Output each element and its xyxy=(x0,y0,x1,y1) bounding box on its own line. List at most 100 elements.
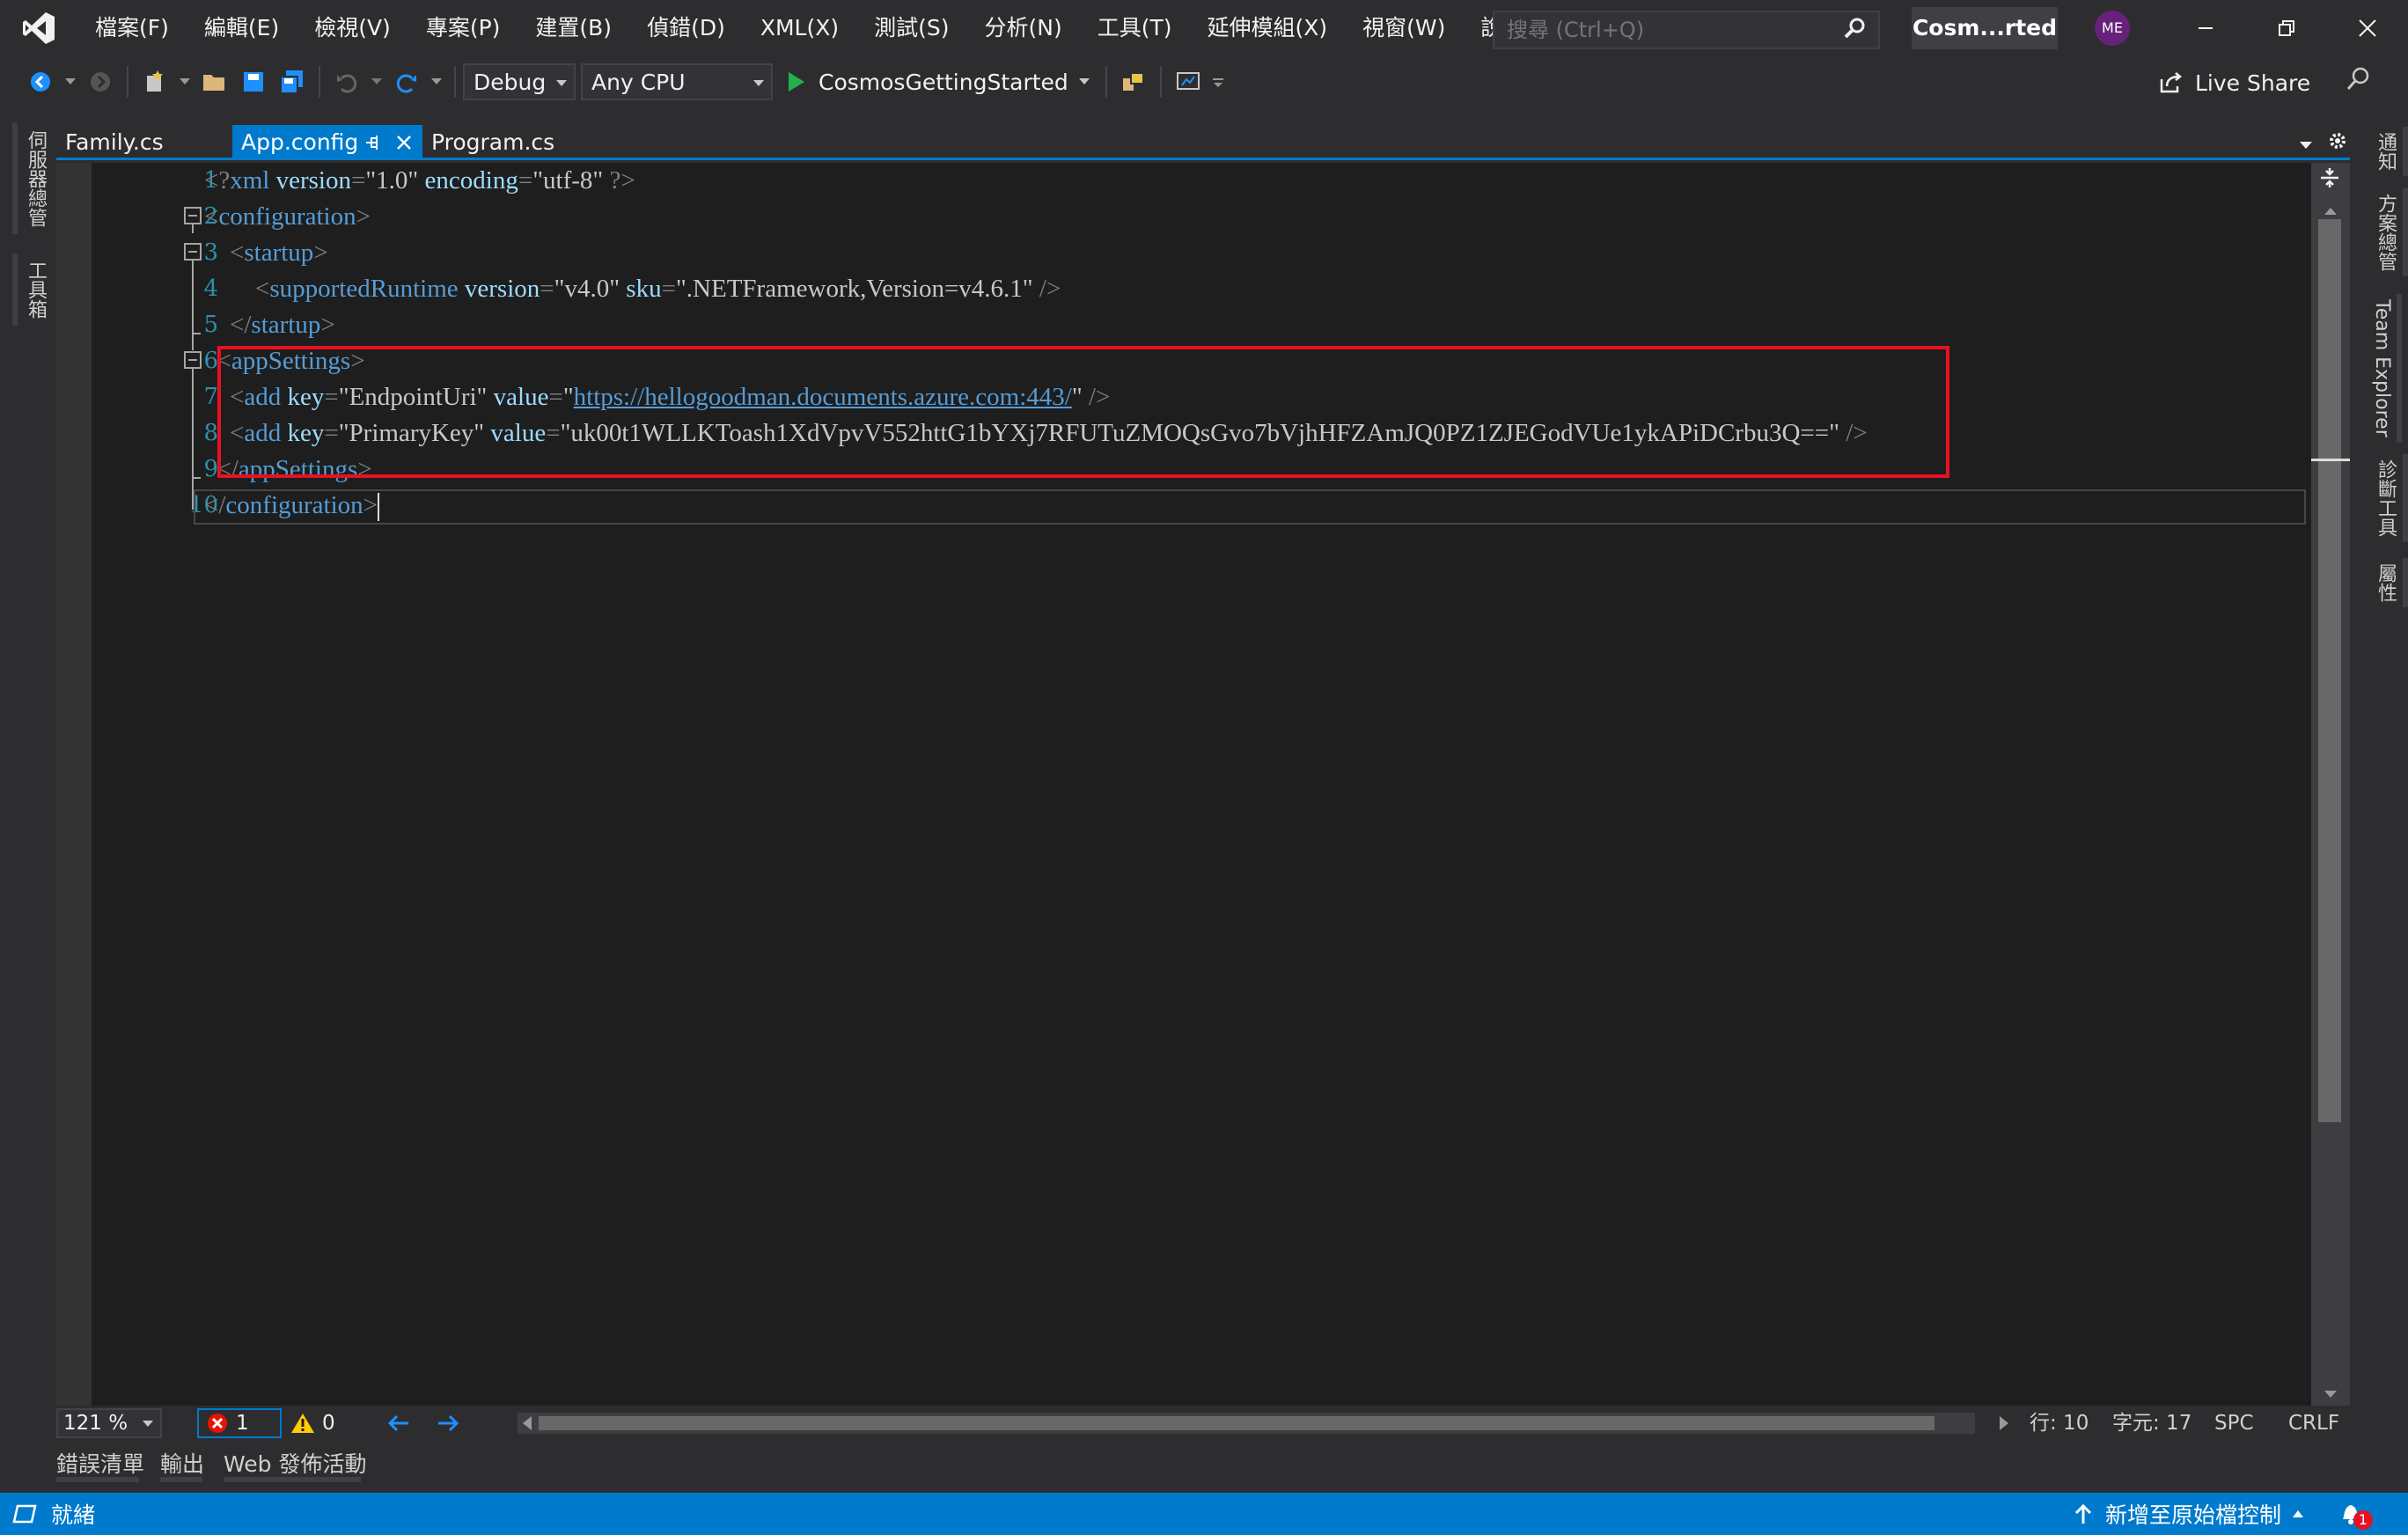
error-icon xyxy=(208,1414,227,1433)
code-line-2[interactable]: <configuration> xyxy=(204,199,371,235)
menu-window[interactable]: 視窗(W) xyxy=(1345,0,1463,56)
tab-error-list[interactable]: 錯誤清單 xyxy=(56,1447,144,1482)
chevron-down-icon xyxy=(753,80,764,86)
code-line-4[interactable]: <supportedRuntime version="v4.0" sku=".N… xyxy=(204,271,1061,307)
solution-configuration-select[interactable]: Debug xyxy=(463,63,576,100)
collapse-configuration-icon[interactable] xyxy=(184,207,202,224)
redo-icon[interactable] xyxy=(389,62,424,101)
outline-guide xyxy=(192,333,201,334)
toolbar-overflow-icon[interactable] xyxy=(1209,62,1227,101)
menu-view[interactable]: 檢視(V) xyxy=(297,0,408,56)
play-icon xyxy=(789,72,804,92)
notifications-tab[interactable]: 通知 xyxy=(2368,127,2408,176)
menu-build[interactable]: 建置(B) xyxy=(518,0,629,56)
minimize-button[interactable] xyxy=(2165,0,2246,56)
collapse-startup-icon[interactable] xyxy=(184,243,202,261)
zoom-value: 121 % xyxy=(63,1412,128,1435)
properties-tab[interactable]: 屬性 xyxy=(2368,558,2408,607)
vertical-scroll-thumb[interactable] xyxy=(2318,219,2341,1122)
solution-explorer-tab[interactable]: 方案總管 xyxy=(2368,188,2408,276)
start-debugging-button[interactable]: CosmosGettingStarted xyxy=(778,62,1098,101)
code-line-5[interactable]: </startup> xyxy=(204,307,335,343)
warning-count: 0 xyxy=(322,1412,335,1435)
browser-link-icon[interactable] xyxy=(1116,62,1151,101)
scroll-right-icon[interactable] xyxy=(1998,1415,2010,1431)
code-line-1[interactable]: <?xml version="1.0" encoding="utf-8" ?> xyxy=(204,163,635,199)
toolbar-separator xyxy=(454,66,456,98)
menu-analyze[interactable]: 分析(N) xyxy=(967,0,1080,56)
scroll-left-icon[interactable] xyxy=(521,1415,533,1431)
team-explorer-tab[interactable]: Team Explorer xyxy=(2368,294,2402,443)
menu-xml[interactable]: XML(X) xyxy=(743,0,856,56)
solution-platform-select[interactable]: Any CPU xyxy=(581,63,773,100)
gear-icon[interactable] xyxy=(2327,130,2348,155)
search-input[interactable] xyxy=(1507,18,1843,42)
line-number: 5 xyxy=(203,312,218,338)
new-project-icon[interactable] xyxy=(137,62,173,101)
indicator-margin[interactable] xyxy=(56,163,92,1406)
outline-guide xyxy=(192,259,194,334)
live-share-button[interactable]: Live Share xyxy=(2158,60,2310,106)
open-folder-icon[interactable] xyxy=(197,62,232,101)
tab-output[interactable]: 輸出 xyxy=(160,1447,204,1482)
zoom-select[interactable]: 121 % xyxy=(56,1408,162,1438)
save-icon[interactable] xyxy=(236,62,271,101)
new-dropdown-icon[interactable] xyxy=(176,62,194,101)
scroll-up-icon[interactable] xyxy=(2324,203,2338,220)
add-to-source-control-button[interactable]: 新增至原始檔控制 xyxy=(2074,1493,2304,1535)
close-window-button[interactable] xyxy=(2327,0,2408,56)
menu-tools[interactable]: 工具(T) xyxy=(1080,0,1190,56)
previous-issue-icon[interactable] xyxy=(385,1409,412,1443)
tab-web-publish-activity[interactable]: Web 發佈活動 xyxy=(224,1447,366,1482)
tab-list-dropdown-icon[interactable] xyxy=(2299,137,2313,154)
code-line-3[interactable]: <startup> xyxy=(204,235,328,271)
next-issue-icon[interactable] xyxy=(435,1409,461,1443)
undo-icon[interactable] xyxy=(329,62,364,101)
collapse-appsettings-icon[interactable] xyxy=(184,351,202,369)
menu-edit[interactable]: 編輯(E) xyxy=(187,0,297,56)
menu-extensions[interactable]: 延伸模組(X) xyxy=(1190,0,1346,56)
chevron-down-icon xyxy=(1078,78,1090,84)
scroll-down-icon[interactable] xyxy=(2324,1386,2338,1403)
navigate-back-dropdown-icon[interactable] xyxy=(62,62,79,101)
horizontal-scroll-thumb[interactable] xyxy=(539,1416,1934,1430)
code-editor[interactable]: 1 2 3 4 5 6 7 8 9 10 <?xml version="1.0"… xyxy=(56,163,2311,1406)
search-icon[interactable] xyxy=(1843,17,1866,43)
menu-test[interactable]: 測試(S) xyxy=(856,0,966,56)
code-line-10[interactable]: </configuration> xyxy=(204,488,380,524)
outline-guide xyxy=(192,367,194,510)
share-icon xyxy=(2160,72,2183,93)
diagnostic-tools-tab[interactable]: 診斷工具 xyxy=(2368,454,2408,542)
tab-program-cs[interactable]: Program.cs xyxy=(422,125,598,160)
tab-family-cs[interactable]: Family.cs xyxy=(56,125,232,160)
xml-attribute: sku xyxy=(626,275,662,303)
xml-tag: startup xyxy=(244,239,314,267)
save-all-icon[interactable] xyxy=(275,62,310,101)
search-box[interactable] xyxy=(1493,11,1880,49)
menu-debug[interactable]: 偵錯(D) xyxy=(629,0,743,56)
split-editor-icon[interactable] xyxy=(2318,166,2341,193)
notifications-button[interactable]: 1 xyxy=(2338,1498,2376,1531)
line-number: 7 xyxy=(203,384,218,410)
visual-studio-logo-icon[interactable] xyxy=(0,0,77,56)
vertical-scrollbar[interactable] xyxy=(2311,163,2350,1406)
avatar[interactable]: ME xyxy=(2095,11,2130,46)
navigate-forward-icon[interactable] xyxy=(83,62,118,101)
toolbox-tab[interactable]: 工具箱 xyxy=(12,253,53,326)
server-explorer-tab[interactable]: 伺服器總管 xyxy=(12,123,53,234)
warning-count-button[interactable]: 0 xyxy=(290,1412,335,1435)
horizontal-scrollbar[interactable] xyxy=(518,1413,2008,1434)
redo-dropdown-icon[interactable] xyxy=(428,62,445,101)
chevron-down-icon xyxy=(143,1421,153,1427)
tab-app-config[interactable]: App.config xyxy=(232,125,422,160)
bottom-tool-window-tabs: 錯誤清單 輸出 Web 發佈活動 xyxy=(56,1443,2350,1493)
undo-dropdown-icon[interactable] xyxy=(368,62,385,101)
feedback-icon[interactable] xyxy=(2345,65,2373,97)
application-insights-icon[interactable] xyxy=(1171,62,1206,101)
menu-file[interactable]: 檔案(F) xyxy=(77,0,187,56)
error-count-button[interactable]: 1 xyxy=(197,1408,282,1438)
restore-button[interactable] xyxy=(2246,0,2327,56)
navigate-back-icon[interactable] xyxy=(23,62,58,101)
left-tool-window-strip: 伺服器總管 工具箱 xyxy=(0,107,56,1493)
menu-project[interactable]: 專案(P) xyxy=(408,0,518,56)
